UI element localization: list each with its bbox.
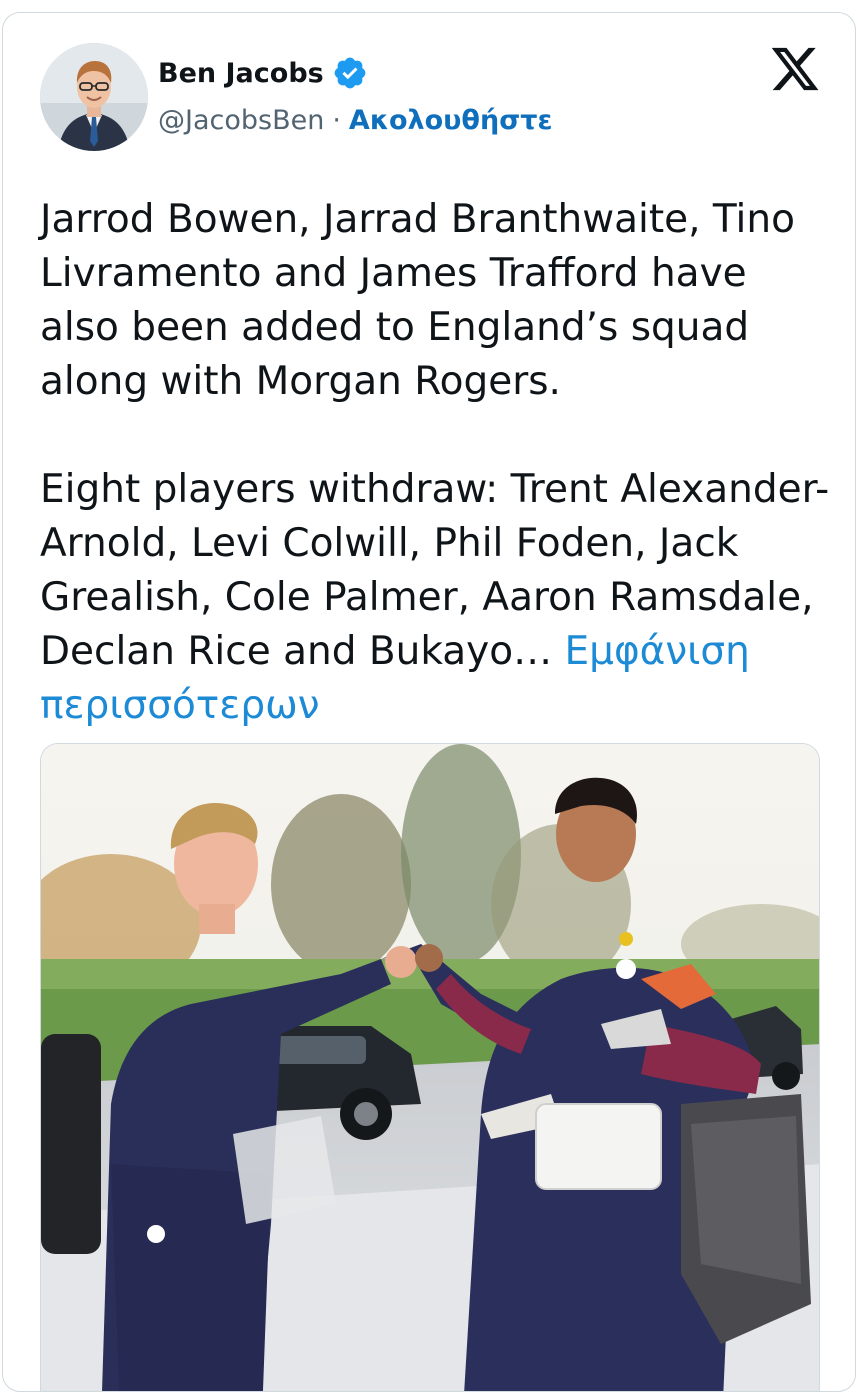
x-logo-icon[interactable] <box>767 43 823 95</box>
photo-two-players-handshake <box>41 744 819 1391</box>
tweet-card: Ben Jacobs @JacobsBen · Ακολουθήστε Jarr… <box>2 12 856 1392</box>
avatar-image <box>40 43 148 151</box>
author-handle[interactable]: @JacobsBen <box>158 105 324 136</box>
follow-button[interactable]: Ακολουθήστε <box>349 105 553 136</box>
tweet-paragraph-1: Jarrod Bowen, Jarrad Branthwaite, Tino L… <box>40 197 795 404</box>
tweet-text: Jarrod Bowen, Jarrad Branthwaite, Tino L… <box>40 193 830 733</box>
avatar[interactable] <box>40 43 148 151</box>
author-handle-row: @JacobsBen · Ακολουθήστε <box>158 105 552 136</box>
separator-dot: · <box>332 105 341 136</box>
tweet-photo[interactable] <box>40 743 820 1391</box>
author-display-name[interactable]: Ben Jacobs <box>158 58 324 89</box>
tweet-paragraph-2: Eight players withdraw: Trent Alexander-… <box>40 463 830 733</box>
verified-badge-icon <box>334 57 366 89</box>
author-name-row: Ben Jacobs <box>158 55 368 91</box>
